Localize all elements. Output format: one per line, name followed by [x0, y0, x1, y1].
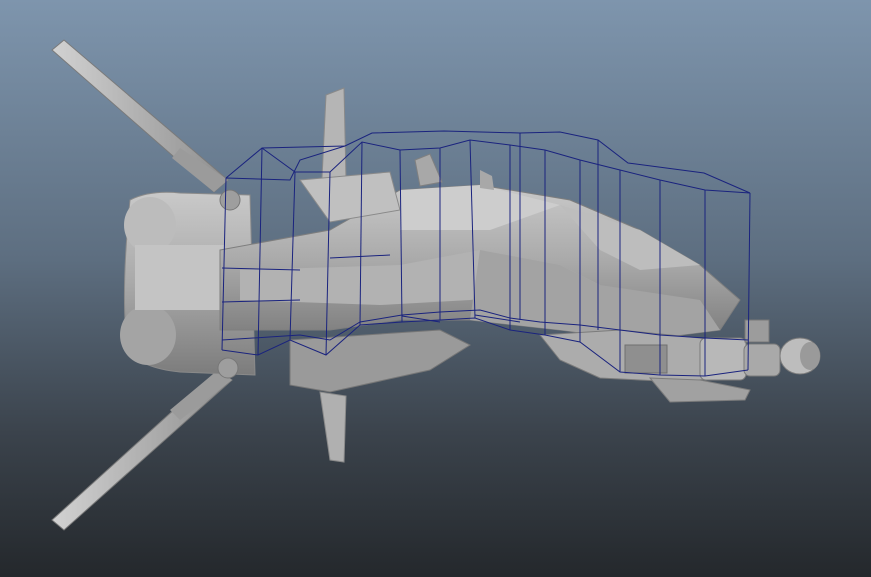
3d-viewport[interactable]	[0, 0, 871, 577]
bottom-fin[interactable]	[319, 391, 347, 463]
lower-keel[interactable]	[289, 329, 472, 393]
upper-rotor-blade[interactable]	[51, 39, 229, 193]
lower-rotor-blade[interactable]	[51, 369, 233, 531]
main-hull[interactable]	[219, 153, 741, 341]
top-fin[interactable]	[321, 87, 347, 181]
viewport-scene[interactable]	[0, 0, 871, 577]
